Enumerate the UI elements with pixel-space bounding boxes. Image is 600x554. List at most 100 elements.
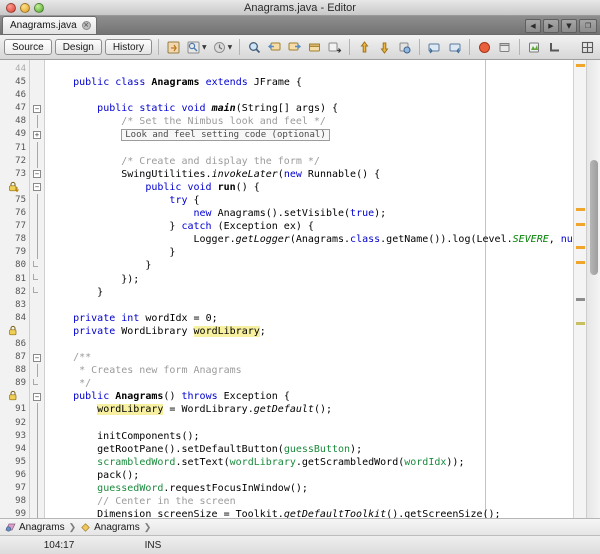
code-line[interactable]: private int wordIdx = 0; [45,312,573,325]
scroll-tabs-right-icon[interactable]: ▶ [543,19,559,33]
code-line[interactable]: /* Set the Nimbus look and feel */ [45,115,573,128]
code-line[interactable]: public void run() { [45,181,573,194]
minimize-window-button[interactable] [20,2,30,13]
fold-line [30,115,44,129]
tab-design[interactable]: Design [54,39,102,55]
refactor-preview-icon[interactable] [185,39,202,56]
code-line[interactable]: wordLibrary = WordLibrary.getDefault(); [45,403,573,416]
uncomment-lines-icon[interactable] [446,39,463,56]
refactor-icon[interactable] [165,39,182,56]
code-line[interactable] [45,89,573,102]
inspect-members-icon[interactable] [526,39,543,56]
tab-history[interactable]: History [104,39,152,55]
fold-collapse-icon[interactable]: − [30,181,44,194]
code-line[interactable]: } [45,286,573,299]
toggle-breakpoint-icon[interactable] [396,39,413,56]
code-line[interactable]: private WordLibrary wordLibrary; [45,325,573,338]
shift-line-right-icon[interactable] [326,39,343,56]
fold-collapse-icon[interactable]: − [30,168,44,181]
code-line[interactable]: * Creates new form Anagrams [45,364,573,377]
code-line[interactable]: getRootPane().setDefaultButton(guessButt… [45,443,573,456]
code-line[interactable]: SwingUtilities.invokeLater(new Runnable(… [45,168,573,181]
code-line[interactable]: new Anagrams().setVisible(true); [45,207,573,220]
stripe-mark-gray[interactable] [576,298,585,301]
previous-bookmark-icon[interactable] [266,39,283,56]
tab-source[interactable]: Source [4,39,52,55]
next-error-icon[interactable] [376,39,393,56]
close-icon[interactable]: × [81,21,91,30]
stripe-mark-warn[interactable] [576,246,585,249]
breadcrumb-separator-icon: ❯ [143,521,152,532]
code-line[interactable]: }); [45,273,573,286]
line-number-gutter[interactable]: 44 45 46 47 48 49 71 72 73 75 76 77 78 79 80 81 82 83 84 86… [0,60,30,518]
step-over-icon[interactable] [496,39,513,56]
scroll-tabs-left-icon[interactable]: ◀ [525,19,541,33]
zoom-window-button[interactable] [34,2,44,13]
code-line[interactable]: scrambledWord.setText(wordLibrary.getScr… [45,456,573,469]
error-stripe-margin[interactable] [573,60,586,518]
stripe-mark-warn[interactable] [576,208,585,211]
code-line[interactable]: try { [45,194,573,207]
breadcrumb-item-class[interactable]: Anagrams [5,522,65,533]
code-token: guessButton [283,443,351,455]
stripe-mark-warn[interactable] [576,261,585,264]
code-line[interactable]: /* Create and display the form */ [45,155,573,168]
breadcrumb-label: Anagrams [19,521,65,533]
next-bookmark-icon[interactable] [286,39,303,56]
fold-empty [30,299,44,312]
fold-expand-icon[interactable]: + [30,128,44,141]
code-line[interactable]: /** [45,351,573,364]
comment-lines-icon[interactable] [426,39,443,56]
code-token: public [73,391,110,403]
vertical-scrollbar[interactable] [586,60,600,518]
stripe-mark-warn[interactable] [576,64,585,67]
code-line[interactable] [45,338,573,351]
history-revert-icon[interactable] [211,39,228,56]
code-line[interactable]: */ [45,377,573,390]
maximize-window-icon[interactable]: ❐ [579,19,597,33]
fold-collapse-icon[interactable]: − [30,102,44,115]
fold-collapse-icon[interactable]: − [30,351,44,364]
shift-line-left-icon[interactable] [546,39,563,56]
chevron-down-icon[interactable]: ▼ [202,44,207,51]
code-line[interactable]: guessedWord.requestFocusInWindow(); [45,482,573,495]
line-number: 79 [15,247,26,258]
tab-list-dropdown-icon[interactable]: ▼ [561,19,577,33]
code-line[interactable]: } catch (Exception ex) { [45,220,573,233]
stripe-mark-info[interactable] [576,322,585,325]
toggle-rectangular-selection-icon[interactable] [579,39,596,56]
code-line[interactable]: public static void main(String[] args) { [45,102,573,115]
code-folding-gutter[interactable]: − + − − − − [30,60,45,518]
chevron-down-icon[interactable]: ▼ [228,44,233,51]
code-line[interactable] [45,142,573,155]
source-code-view[interactable]: public class Anagrams extends JFrame { p… [45,60,573,518]
line-number: 99 [15,509,26,518]
code-line[interactable]: Look and feel setting code (optional) [45,128,573,142]
code-line[interactable]: pack(); [45,469,573,482]
code-line[interactable]: } [45,246,573,259]
breadcrumb-item-constructor[interactable]: Anagrams [80,522,140,533]
toggle-bookmark-icon[interactable] [306,39,323,56]
stop-build-icon[interactable] [476,39,493,56]
code-line[interactable]: public class Anagrams extends JFrame { [45,76,573,89]
code-line[interactable] [45,417,573,430]
fold-collapse-icon[interactable]: − [30,390,44,403]
tab-anagrams-java[interactable]: Anagrams.java × [2,16,97,34]
close-window-button[interactable] [6,2,16,13]
scrollbar-thumb[interactable] [590,160,598,275]
find-selection-icon[interactable] [246,39,263,56]
stripe-mark-warn[interactable] [576,223,585,226]
code-line[interactable]: Dimension screenSize = Toolkit.getDefaul… [45,508,573,518]
code-line[interactable]: initComponents(); [45,430,573,443]
code-line[interactable] [45,299,573,312]
code-line[interactable]: public Anagrams() throws Exception { [45,390,573,403]
code-line[interactable]: Logger.getLogger(Anagrams.class.getName(… [45,233,573,246]
previous-error-icon[interactable] [356,39,373,56]
code-line[interactable] [45,63,573,76]
line-number: 93 [15,430,26,441]
line-number: 78 [15,234,26,245]
code-line[interactable]: // Center in the screen [45,495,573,508]
code-line[interactable]: } [45,259,573,272]
